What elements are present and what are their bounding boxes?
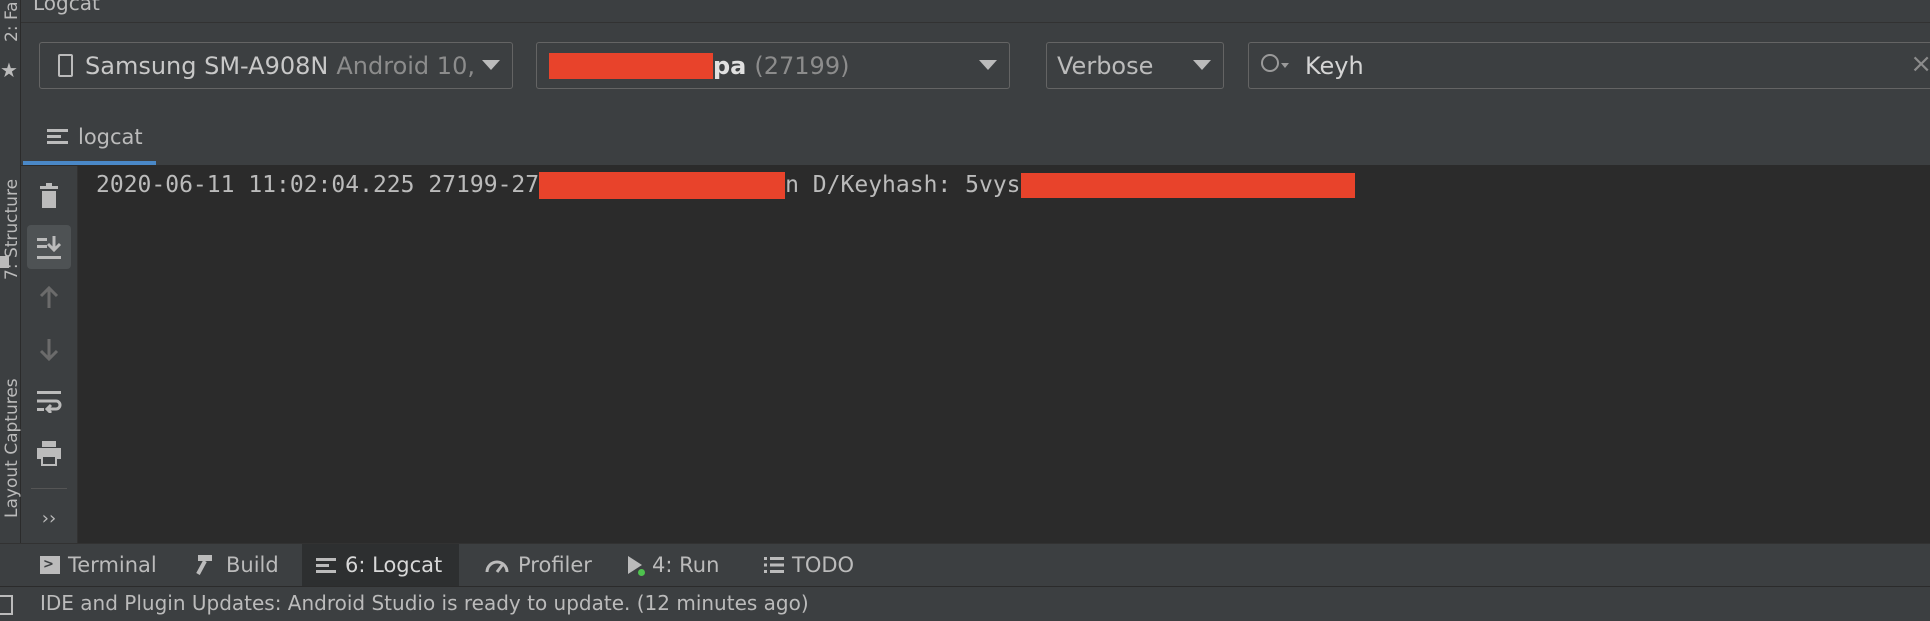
- logcat-tab-row: logcat: [21, 112, 1930, 166]
- status-message[interactable]: IDE and Plugin Updates: Android Studio i…: [40, 591, 809, 615]
- left-tool-strip: 2: Fa ★ 7: Structure Layout Captures: [0, 0, 22, 582]
- tab-profiler-label: Profiler: [518, 553, 592, 577]
- chevron-down-icon: [979, 60, 997, 70]
- scroll-to-end-icon: [37, 236, 62, 259]
- log-line-message: n D/Keyhash: 5vys: [785, 172, 1021, 198]
- tool-windows-toggle-icon[interactable]: [0, 595, 13, 615]
- favorites-side-tab[interactable]: 2: Fa: [0, 0, 22, 42]
- tab-run-label: 4: Run: [652, 553, 720, 577]
- clear-logcat-button[interactable]: [27, 174, 71, 218]
- tab-profiler[interactable]: Profiler: [470, 544, 606, 586]
- play-icon: [626, 555, 645, 576]
- tool-window-title-bar: Logcat: [21, 0, 1930, 23]
- layout-captures-side-tab-label: Layout Captures: [2, 378, 22, 518]
- double-chevron-icon: ››: [41, 507, 57, 529]
- arrow-down-icon: [39, 339, 59, 361]
- redacted-thread-tag: [539, 172, 786, 199]
- arrow-up-icon: [39, 286, 59, 308]
- process-pid: (27199): [754, 51, 850, 80]
- list-icon: [764, 557, 784, 573]
- down-button[interactable]: [27, 327, 71, 371]
- terminal-icon: >: [40, 556, 60, 574]
- tool-window-title: Logcat: [33, 0, 100, 15]
- process-name-suffix: pa: [713, 51, 747, 80]
- log-line: 2020-06-11 11:02:04.225 27199-27 n D/Keyh…: [96, 172, 1355, 199]
- tab-build-label: Build: [226, 553, 279, 577]
- phone-icon: [58, 54, 73, 77]
- tab-logcat-bottom[interactable]: 6: Logcat: [302, 544, 459, 586]
- log-level-value: Verbose: [1057, 51, 1154, 80]
- search-icon: [1261, 54, 1279, 72]
- logcat-actions-bar: ››: [21, 166, 78, 543]
- structure-icon: [0, 256, 9, 268]
- tab-todo[interactable]: TODO: [750, 544, 868, 586]
- clear-search-icon[interactable]: ×: [1910, 49, 1930, 79]
- logcat-icon: [47, 126, 68, 147]
- star-icon: ★: [0, 58, 18, 82]
- layout-captures-side-tab[interactable]: Layout Captures: [0, 318, 22, 518]
- status-bar: IDE and Plugin Updates: Android Studio i…: [0, 586, 1930, 621]
- up-button[interactable]: [27, 276, 71, 320]
- tab-build[interactable]: Build: [180, 544, 293, 586]
- tab-logcat-label: logcat: [78, 124, 143, 149]
- chevron-down-icon: [482, 60, 500, 70]
- bottom-tool-bar: > Terminal Build 6: Logcat Profiler 4: R…: [0, 543, 1930, 586]
- soft-wrap-icon: [37, 391, 62, 413]
- search-input: Keyh: [1305, 51, 1364, 80]
- more-actions-button[interactable]: ››: [27, 496, 71, 540]
- log-output[interactable]: 2020-06-11 11:02:04.225 27199-27 n D/Keyh…: [78, 166, 1930, 543]
- print-button[interactable]: [27, 431, 71, 475]
- scroll-to-end-button[interactable]: [27, 225, 71, 269]
- tab-terminal-label: Terminal: [68, 553, 157, 577]
- printer-icon: [37, 441, 61, 466]
- search-field[interactable]: Keyh ×: [1248, 42, 1930, 89]
- tab-run[interactable]: 4: Run: [612, 544, 733, 586]
- chevron-down-icon: [1193, 60, 1211, 70]
- tab-todo-label: TODO: [792, 553, 855, 577]
- redacted-keyhash: [1020, 173, 1355, 198]
- log-line-prefix: 2020-06-11 11:02:04.225 27199-27: [96, 172, 540, 198]
- tab-logcat-bottom-label: 6: Logcat: [345, 553, 443, 577]
- device-selector[interactable]: Samsung SM-A908N Android 10,: [39, 42, 513, 89]
- process-selector[interactable]: pa (27199): [536, 42, 1010, 89]
- hammer-icon: [196, 555, 212, 575]
- soft-wrap-button[interactable]: [27, 379, 71, 423]
- tab-terminal[interactable]: > Terminal: [26, 544, 171, 586]
- favorites-side-tab-label: 2: Fa: [2, 1, 22, 42]
- search-options-icon: [1281, 63, 1289, 68]
- logcat-icon: [316, 555, 337, 576]
- sidebar-divider: [31, 488, 67, 489]
- gauge-icon: [485, 560, 509, 573]
- device-os: Android 10,: [336, 51, 475, 80]
- tab-logcat[interactable]: logcat: [23, 112, 156, 165]
- redacted-process-name: [549, 52, 713, 79]
- trash-icon: [40, 183, 58, 208]
- log-level-selector[interactable]: Verbose: [1046, 42, 1224, 89]
- device-name: Samsung SM-A908N: [85, 51, 329, 80]
